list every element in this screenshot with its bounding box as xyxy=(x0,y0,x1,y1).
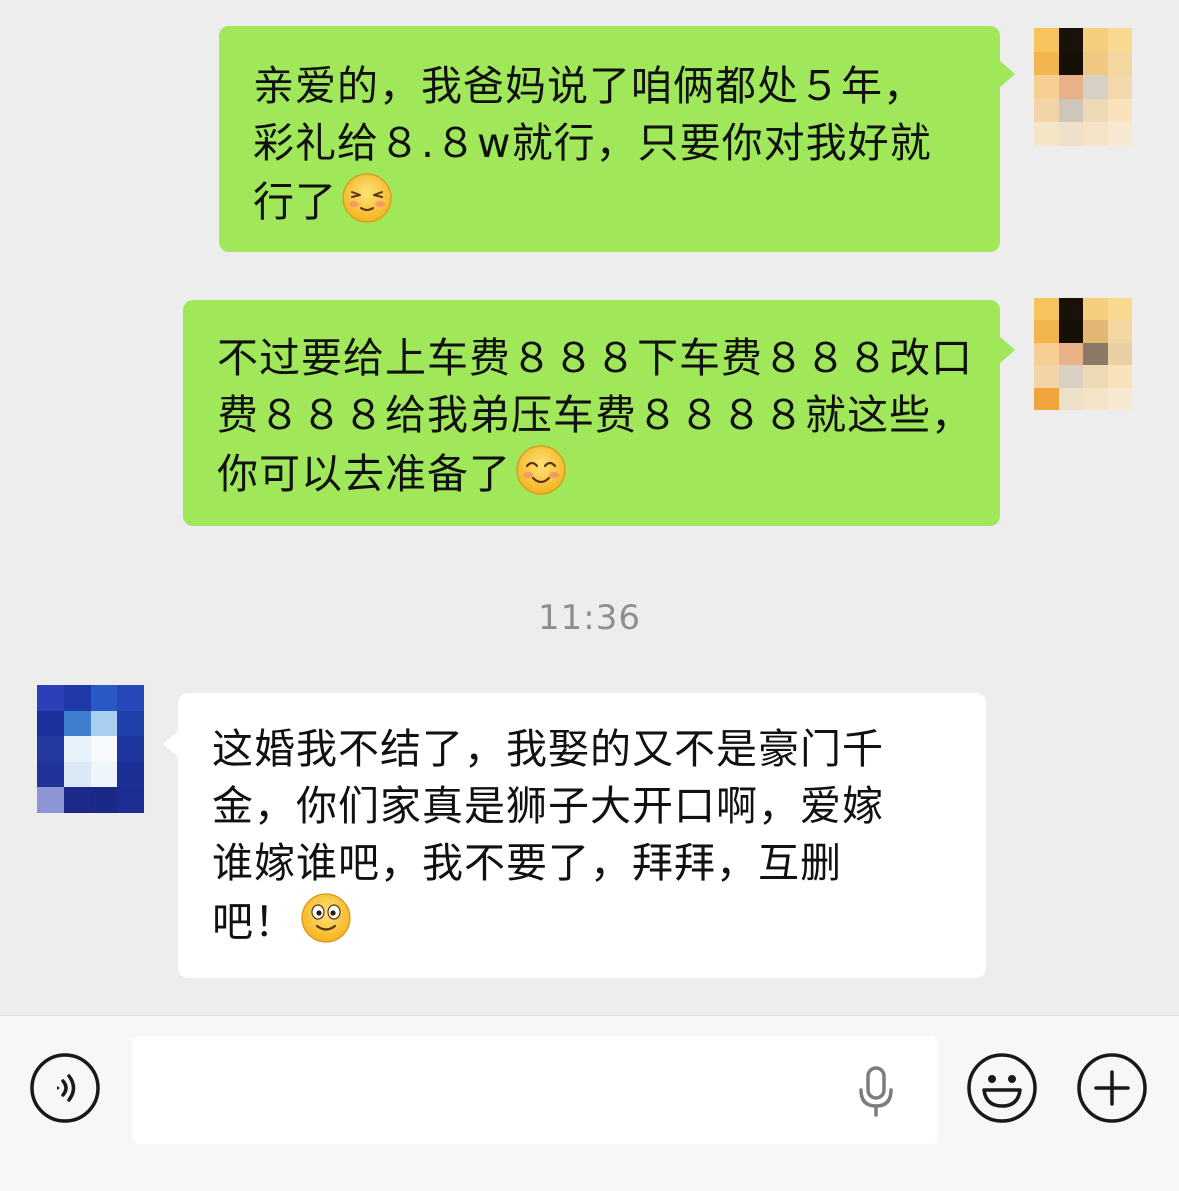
contact-avatar[interactable] xyxy=(37,685,144,813)
message-line: 谁嫁谁吧，我不要了，拜拜，互删 xyxy=(212,839,842,887)
plus-icon[interactable] xyxy=(1076,1052,1148,1124)
microphone-icon[interactable] xyxy=(856,1066,896,1118)
bubble-tail xyxy=(163,730,179,758)
wide-eyed-smile-emoji xyxy=(301,893,351,943)
message-line: 你可以去准备了 xyxy=(217,444,974,503)
message-line: 亲爱的，我爸妈说了咱俩都处５年， xyxy=(253,62,925,110)
message-bubble-sent[interactable]: 不过要给上车费８８８下车费８８８改口 费８８８给我弟压车费８８８８就这些， 你可… xyxy=(183,300,1000,526)
message-line: 吧！ xyxy=(212,892,966,951)
message-line: 彩礼给８.８w就行，只要你对我好就 xyxy=(253,119,932,167)
message-line: 不过要给上车费８８８下车费８８８改口 xyxy=(217,334,973,382)
message-line: 金，你们家真是狮子大开口啊，爱嫁 xyxy=(212,782,884,830)
message-input[interactable] xyxy=(132,1036,938,1144)
bubble-tail xyxy=(999,60,1015,88)
message-timestamp: 11:36 xyxy=(538,598,641,638)
chat-area[interactable]: 亲爱的，我爸妈说了咱俩都处５年， 彩礼给８.８w就行，只要你对我好就 行了 不过… xyxy=(0,0,1179,1015)
emoji-icon[interactable] xyxy=(966,1052,1038,1124)
message-line: 这婚我不结了，我娶的又不是豪门千 xyxy=(212,725,884,773)
sender-avatar[interactable] xyxy=(1034,28,1132,146)
message-line: 费８８８给我弟压车费８８８８就这些， xyxy=(217,391,973,439)
sender-avatar[interactable] xyxy=(1034,298,1132,410)
message-line: 行了 xyxy=(253,172,970,231)
bubble-tail xyxy=(999,336,1015,364)
voice-toggle-icon[interactable] xyxy=(29,1052,101,1124)
message-bubble-received[interactable]: 这婚我不结了，我娶的又不是豪门千 金，你们家真是狮子大开口啊，爱嫁 谁嫁谁吧，我… xyxy=(178,693,986,978)
message-bubble-sent[interactable]: 亲爱的，我爸妈说了咱俩都处５年， 彩礼给８.８w就行，只要你对我好就 行了 xyxy=(219,26,1000,252)
smiling-blush-emoji xyxy=(516,445,566,495)
smiling-blushing-eyes-closed-emoji xyxy=(342,173,392,223)
input-bar xyxy=(0,1015,1179,1191)
